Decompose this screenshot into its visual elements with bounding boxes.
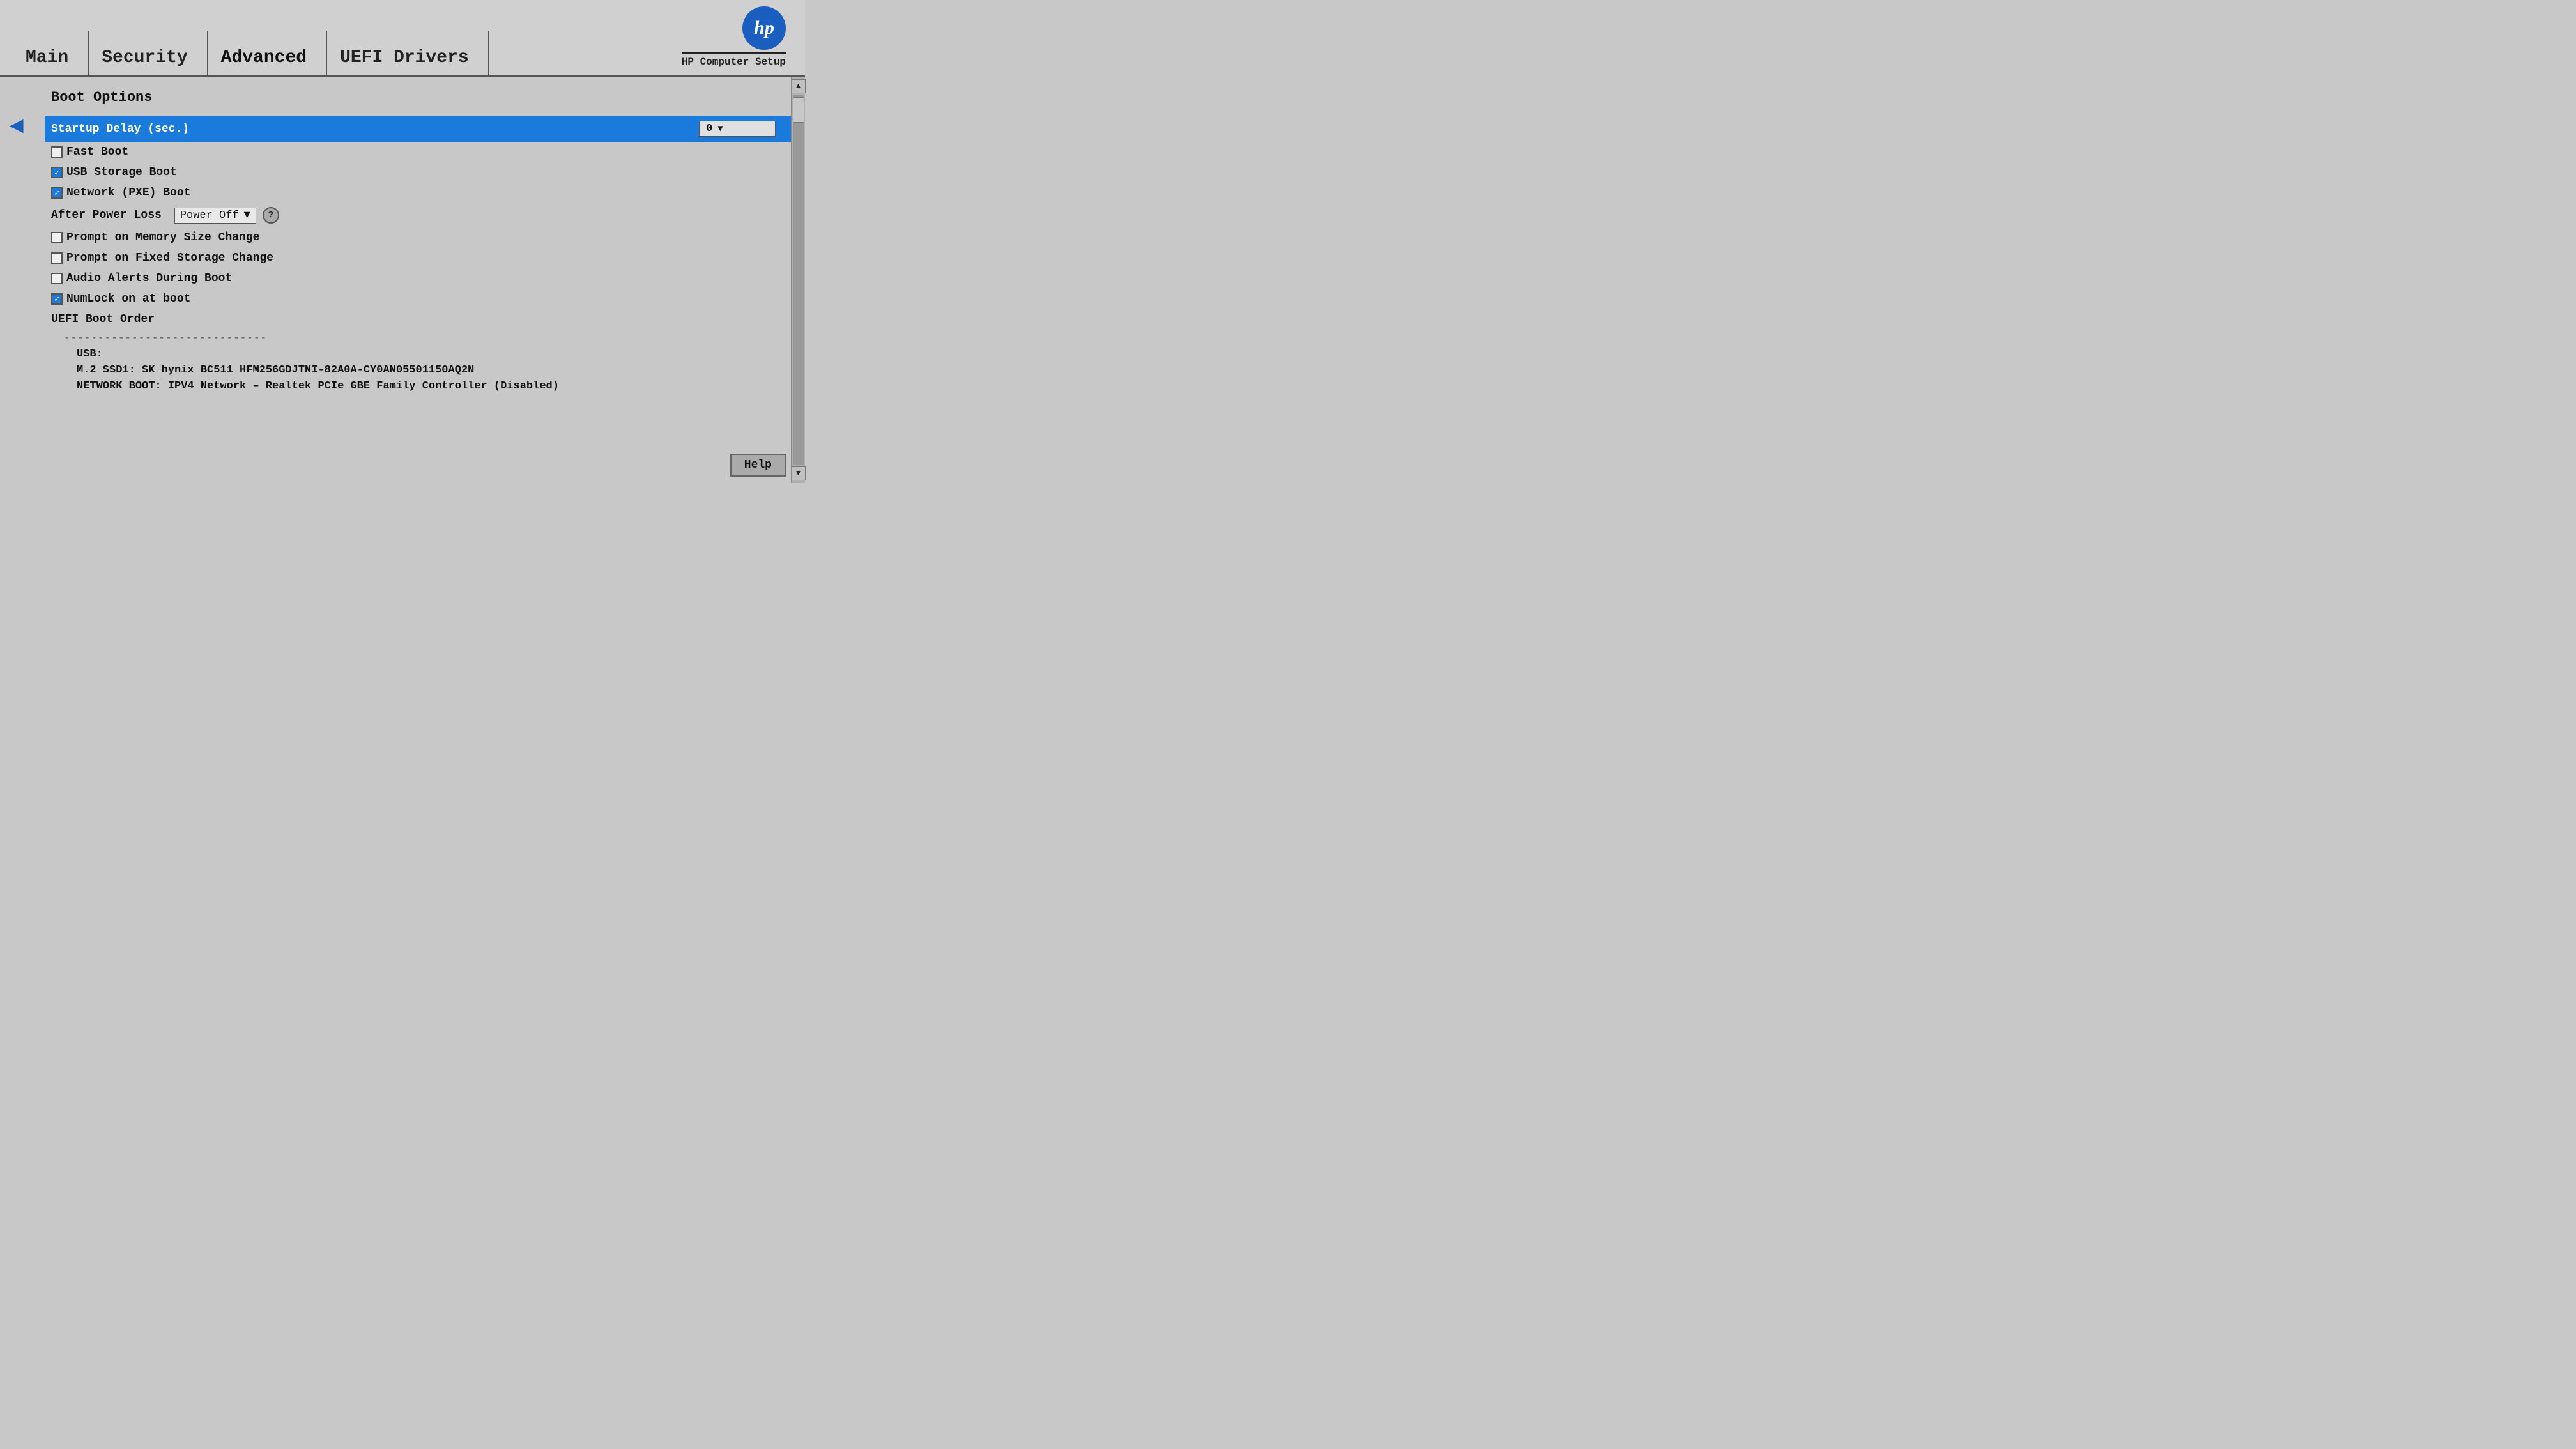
hp-logo-area: hp HP Computer Setup [682, 6, 786, 68]
network-pxe-boot-row[interactable]: Network (PXE) Boot [51, 183, 778, 203]
section-title: Boot Options [51, 89, 778, 105]
startup-delay-dropdown[interactable]: 0 ▼ [699, 121, 776, 137]
startup-delay-value: 0 [706, 123, 712, 135]
after-power-loss-dropdown-arrow: ▼ [244, 210, 250, 222]
after-power-loss-dropdown[interactable]: Power Off ▼ [174, 208, 256, 224]
content-area: ◀ Boot Options Startup Delay (sec.) 0 ▼ … [0, 77, 805, 483]
boot-item-network[interactable]: NETWORK BOOT: IPV4 Network – Realtek PCI… [51, 378, 778, 394]
prompt-storage-row[interactable]: Prompt on Fixed Storage Change [51, 248, 778, 268]
tab-main[interactable]: Main [19, 31, 89, 75]
prompt-memory-row[interactable]: Prompt on Memory Size Change [51, 227, 778, 248]
prompt-memory-label: Prompt on Memory Size Change [66, 231, 259, 244]
usb-storage-boot-checkbox[interactable] [51, 167, 63, 178]
scrollbar: ▲ ▼ [791, 77, 805, 483]
boot-item-usb[interactable]: USB: [51, 346, 778, 362]
prompt-memory-checkbox[interactable] [51, 232, 63, 243]
after-power-loss-row[interactable]: After Power Loss Power Off ▼ ? [51, 203, 778, 227]
usb-storage-boot-label: USB Storage Boot [66, 166, 177, 179]
tab-advanced[interactable]: Advanced [208, 31, 327, 75]
numlock-label: NumLock on at boot [66, 293, 190, 305]
hp-subtitle: HP Computer Setup [682, 52, 786, 68]
prompt-storage-label: Prompt on Fixed Storage Change [66, 252, 273, 264]
hp-logo: hp [742, 6, 786, 50]
boot-item-ssd[interactable]: M.2 SSD1: SK hynix BC511 HFM256GDJTNI-82… [51, 362, 778, 378]
numlock-row[interactable]: NumLock on at boot [51, 289, 778, 309]
scroll-down-button[interactable]: ▼ [792, 466, 806, 480]
audio-alerts-row[interactable]: Audio Alerts During Boot [51, 268, 778, 289]
tab-security[interactable]: Security [89, 31, 208, 75]
network-pxe-boot-label: Network (PXE) Boot [66, 187, 190, 199]
numlock-checkbox[interactable] [51, 293, 63, 305]
help-button[interactable]: Help [730, 454, 786, 477]
nav-tabs: Main Security Advanced UEFI Drivers [19, 0, 489, 75]
after-power-loss-label: After Power Loss [51, 209, 162, 222]
fast-boot-row[interactable]: Fast Boot [51, 142, 778, 162]
fast-boot-label: Fast Boot [66, 146, 128, 158]
header: Main Security Advanced UEFI Drivers hp H… [0, 0, 805, 77]
tab-uefi-drivers[interactable]: UEFI Drivers [327, 31, 489, 75]
after-power-loss-help-icon[interactable]: ? [263, 207, 279, 224]
main-content: Boot Options Startup Delay (sec.) 0 ▼ Fa… [0, 77, 791, 483]
startup-delay-label: Startup Delay (sec.) [51, 123, 189, 135]
after-power-loss-value: Power Off [180, 210, 239, 222]
scroll-thumb[interactable] [793, 97, 804, 123]
uefi-boot-order-header: UEFI Boot Order [51, 309, 778, 330]
startup-delay-row[interactable]: Startup Delay (sec.) 0 ▼ [45, 116, 791, 142]
scroll-track [793, 95, 804, 465]
network-pxe-boot-checkbox[interactable] [51, 187, 63, 199]
startup-delay-dropdown-arrow: ▼ [717, 124, 723, 134]
usb-storage-boot-row[interactable]: USB Storage Boot [51, 162, 778, 183]
audio-alerts-checkbox[interactable] [51, 273, 63, 284]
settings-list: Startup Delay (sec.) 0 ▼ Fast Boot USB S… [51, 116, 778, 394]
boot-order-divider: ------------------------------ [51, 330, 778, 346]
prompt-storage-checkbox[interactable] [51, 252, 63, 264]
scroll-up-button[interactable]: ▲ [792, 79, 806, 93]
back-button[interactable]: ◀ [10, 112, 24, 139]
fast-boot-checkbox[interactable] [51, 146, 63, 158]
audio-alerts-label: Audio Alerts During Boot [66, 272, 232, 285]
